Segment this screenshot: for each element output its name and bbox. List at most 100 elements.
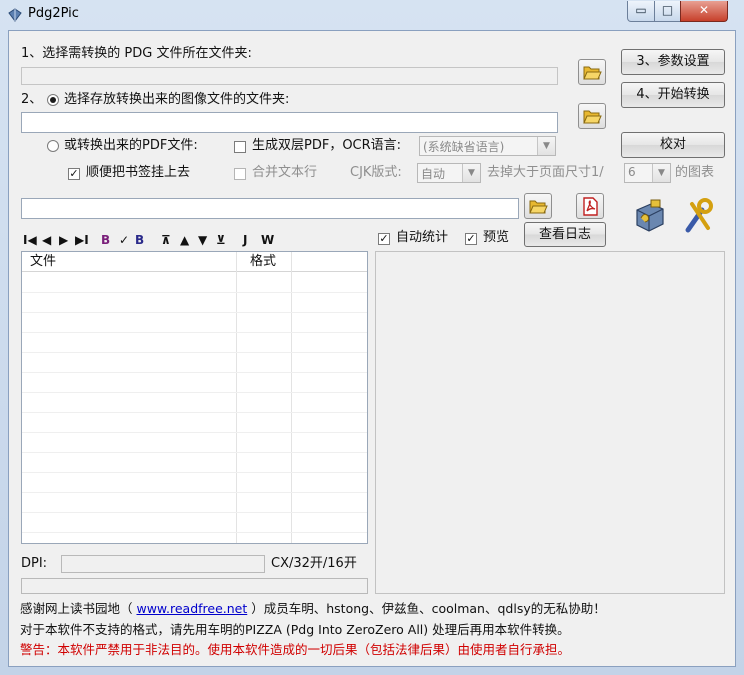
dual-layer-label: 生成双层PDF，OCR语言: [252,138,402,153]
open-pdf-button[interactable] [576,193,604,219]
folder-open-icon [583,66,602,80]
file-list-header: 文件 格式 [22,252,367,272]
preview-pane[interactable] [375,251,725,594]
move-bottom-icon[interactable]: ⊻ [216,233,226,247]
client-area: 1、选择需转换的 PDG 文件所在文件夹: 2、 选择存放转换出来的图像文件的文… [8,30,736,667]
page-format-label: CX/32开/16开 [271,556,357,571]
move-up-icon[interactable]: ▲ [180,233,189,247]
remove-large-value: 6 [628,165,636,179]
ocr-language-value: (系统缺省语言) [423,140,505,154]
column-divider [291,252,292,543]
preview-checkbox[interactable]: ✓ [465,233,477,245]
table-row [22,292,367,293]
list-toolbar: I◀ ◀ ▶ ▶I B ✓ B ⊼ ▲ ▼ ⊻ J W [23,233,323,249]
readfree-link[interactable]: www.readfree.net [136,601,247,616]
step1-label: 1、选择需转换的 PDG 文件所在文件夹: [21,46,252,61]
start-convert-button[interactable]: 4、开始转换 [621,82,725,108]
table-row [22,352,367,353]
credits-prefix: 感谢网上读书园地（ [20,601,137,616]
bookmark-file-icon[interactable]: B [135,233,144,247]
app-icon [8,8,22,22]
cjk-layout-value: 自动 [421,167,446,181]
table-row [22,472,367,473]
merge-lines-checkbox[interactable] [234,168,246,180]
bookmarks-checkbox[interactable]: ✓ [68,168,80,180]
folder-open-icon [529,200,548,214]
remove-large-select[interactable]: 6 ▼ [624,163,671,183]
chevron-down-icon: ▼ [537,137,555,155]
table-row [22,392,367,393]
chevron-down-icon: ▼ [462,164,480,182]
table-row [22,512,367,513]
browse-pdf-button[interactable] [524,193,552,219]
first-page-icon[interactable]: I◀ [23,233,37,247]
cjk-layout-label: CJK版式: [350,165,402,180]
remove-large-label: 去掉大于页面尺寸1/ [487,165,604,180]
move-down-icon[interactable]: ▼ [198,233,207,247]
dpi-value-field [61,555,265,573]
maximize-button[interactable]: □ [654,1,681,22]
title-bar[interactable]: Pdg2Pic ▭ □ ✕ [0,0,744,30]
mark-file-icon[interactable]: B [101,233,110,247]
column-format[interactable]: 格式 [250,252,276,271]
proofread-button[interactable]: 校对 [621,132,725,158]
credits-suffix: ）成员车明、hstong、伊兹鱼、coolman、qdlsy的无私协助！ [247,601,606,616]
prev-page-icon[interactable]: ◀ [42,233,51,247]
table-row [22,432,367,433]
ocr-language-select[interactable]: (系统缺省语言) ▼ [419,136,556,156]
pdg-folder-field[interactable] [21,67,558,85]
chevron-down-icon: ▼ [652,164,670,182]
warning-text: 警告：本软件严禁用于非法目的。使用本软件造成的一切后果（包括法律后果）由使用者自… [20,642,571,657]
close-button[interactable]: ✕ [680,1,728,22]
check-file-icon[interactable]: ✓ [119,233,129,247]
pdf-output-radio[interactable] [47,140,59,152]
dual-layer-checkbox[interactable] [234,141,246,153]
browse-image-folder-button[interactable] [578,103,606,129]
image-folder-field[interactable] [21,112,558,133]
step2-label: 选择存放转换出来的图像文件的文件夹: [64,92,290,107]
table-row [22,532,367,533]
image-folder-radio[interactable] [47,94,59,106]
table-row [22,452,367,453]
dpi-label: DPI: [21,556,48,571]
table-row [22,372,367,373]
column-divider [236,252,237,543]
progress-bar [21,578,368,594]
view-log-button[interactable]: 查看日志 [524,222,606,247]
table-row [22,332,367,333]
last-page-icon[interactable]: ▶I [75,233,89,247]
move-top-icon[interactable]: ⊼ [161,233,171,247]
step2-prefix: 2、 [21,92,43,107]
bookmarks-label: 顺便把书签挂上去 [86,165,191,180]
radio-dot [50,97,56,103]
auto-stats-checkbox[interactable]: ✓ [378,233,390,245]
merge-lines-label: 合并文本行 [252,165,318,180]
minimize-button[interactable]: ▭ [627,1,655,22]
window-title: Pdg2Pic [28,6,79,21]
pdf-icon [583,197,598,216]
preview-label: 预览 [483,230,510,245]
auto-stats-label: 自动统计 [396,230,449,245]
table-row [22,492,367,493]
app-window: Pdg2Pic ▭ □ ✕ 1、选择需转换的 PDG 文件所在文件夹: 2、 选… [0,0,744,675]
remove-large-suffix: 的图表 [675,165,715,180]
table-row [22,412,367,413]
settings-button[interactable]: 3、参数设置 [621,49,725,75]
cjk-layout-select[interactable]: 自动 ▼ [417,163,481,183]
browse-pdg-folder-button[interactable] [578,59,606,85]
column-file[interactable]: 文件 [30,252,56,271]
folder-open-icon [583,110,602,124]
j-tool-icon[interactable]: J [243,233,247,247]
file-list[interactable]: 文件 格式 [21,251,368,544]
table-row [22,312,367,313]
pdf-path-input[interactable] [22,199,518,218]
pizza-note: 对于本软件不支持的格式，请先用车明的PIZZA (Pdg Into ZeroZe… [20,622,570,637]
pdf-path-field[interactable] [21,198,519,219]
pdg-folder-input[interactable] [22,68,557,84]
w-tool-icon[interactable]: W [261,233,274,247]
package-icon[interactable] [629,196,669,236]
wrench-icon[interactable] [678,196,718,236]
next-page-icon[interactable]: ▶ [59,233,68,247]
image-folder-input[interactable] [22,113,557,132]
pdf-option-label: 或转换出来的PDF文件: [64,138,198,153]
